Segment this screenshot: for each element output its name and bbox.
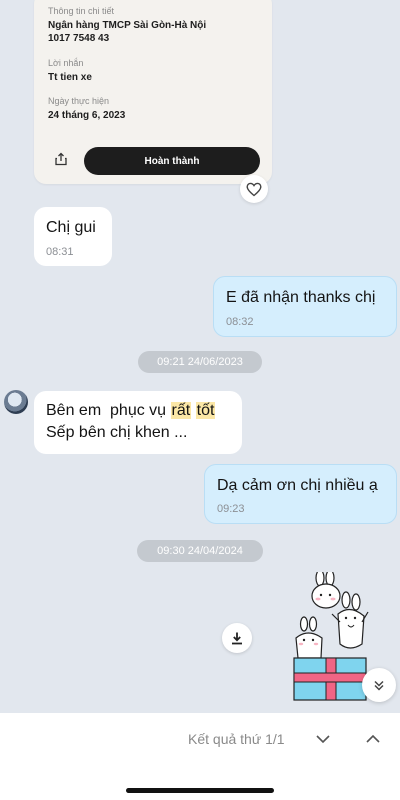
incoming-message-bubble[interactable]: Chị gui 08:31 — [34, 207, 112, 266]
message-time: 08:31 — [46, 246, 74, 258]
date-value: 24 tháng 6, 2023 — [48, 110, 126, 121]
date-separator: 09:30 24/04/2024 — [137, 540, 263, 562]
transfer-receipt-card: Thông tin chi tiết Ngân hàng TMCP Sài Gò… — [34, 0, 272, 184]
date-label: Ngày thực hiện — [48, 96, 110, 106]
chevron-down-icon[interactable] — [311, 727, 335, 751]
search-highlight: tốt — [195, 402, 216, 419]
search-result-bar: Kết quả thứ 1/1 — [0, 713, 400, 800]
avatar[interactable] — [4, 390, 28, 414]
download-icon[interactable] — [222, 623, 252, 653]
bunny-gift-sticker[interactable] — [288, 569, 372, 704]
bank-name: Ngân hàng TMCP Sài Gòn-Hà Nội — [48, 20, 207, 31]
message-text: E đã nhận thanks chị — [226, 289, 376, 306]
done-button[interactable]: Hoàn thành — [84, 147, 260, 175]
search-result-count: Kết quả thứ 1/1 — [188, 731, 285, 747]
message-value: Tt tien xe — [48, 72, 92, 83]
message-time: 09:23 — [217, 503, 245, 515]
details-label: Thông tin chi tiết — [48, 6, 115, 16]
message-text: Dạ cảm ơn chị nhiều ạ — [217, 477, 378, 494]
message-line-2: Sếp bên chị khen ... — [46, 424, 188, 441]
outgoing-message-bubble[interactable]: Dạ cảm ơn chị nhiều ạ 09:23 — [204, 464, 397, 524]
home-indicator — [126, 788, 274, 793]
account-number: 1017 7548 43 — [48, 33, 110, 44]
incoming-message-bubble[interactable]: Bên em phục vụ rất tốt Sếp bên chị khen … — [34, 391, 242, 454]
heart-icon[interactable] — [240, 175, 268, 203]
scroll-to-bottom-icon[interactable] — [362, 668, 396, 702]
message-time: 08:32 — [226, 316, 254, 328]
date-separator: 09:21 24/06/2023 — [138, 351, 262, 373]
message-text: Chị gui — [46, 219, 96, 236]
chevron-up-icon[interactable] — [361, 727, 385, 751]
message-label: Lời nhắn — [48, 58, 84, 68]
share-icon[interactable] — [54, 152, 68, 166]
outgoing-message-bubble[interactable]: E đã nhận thanks chị 08:32 — [213, 276, 397, 337]
message-line-1: Bên em phục vụ rất tốt — [46, 402, 216, 419]
search-highlight: rất — [170, 402, 192, 419]
